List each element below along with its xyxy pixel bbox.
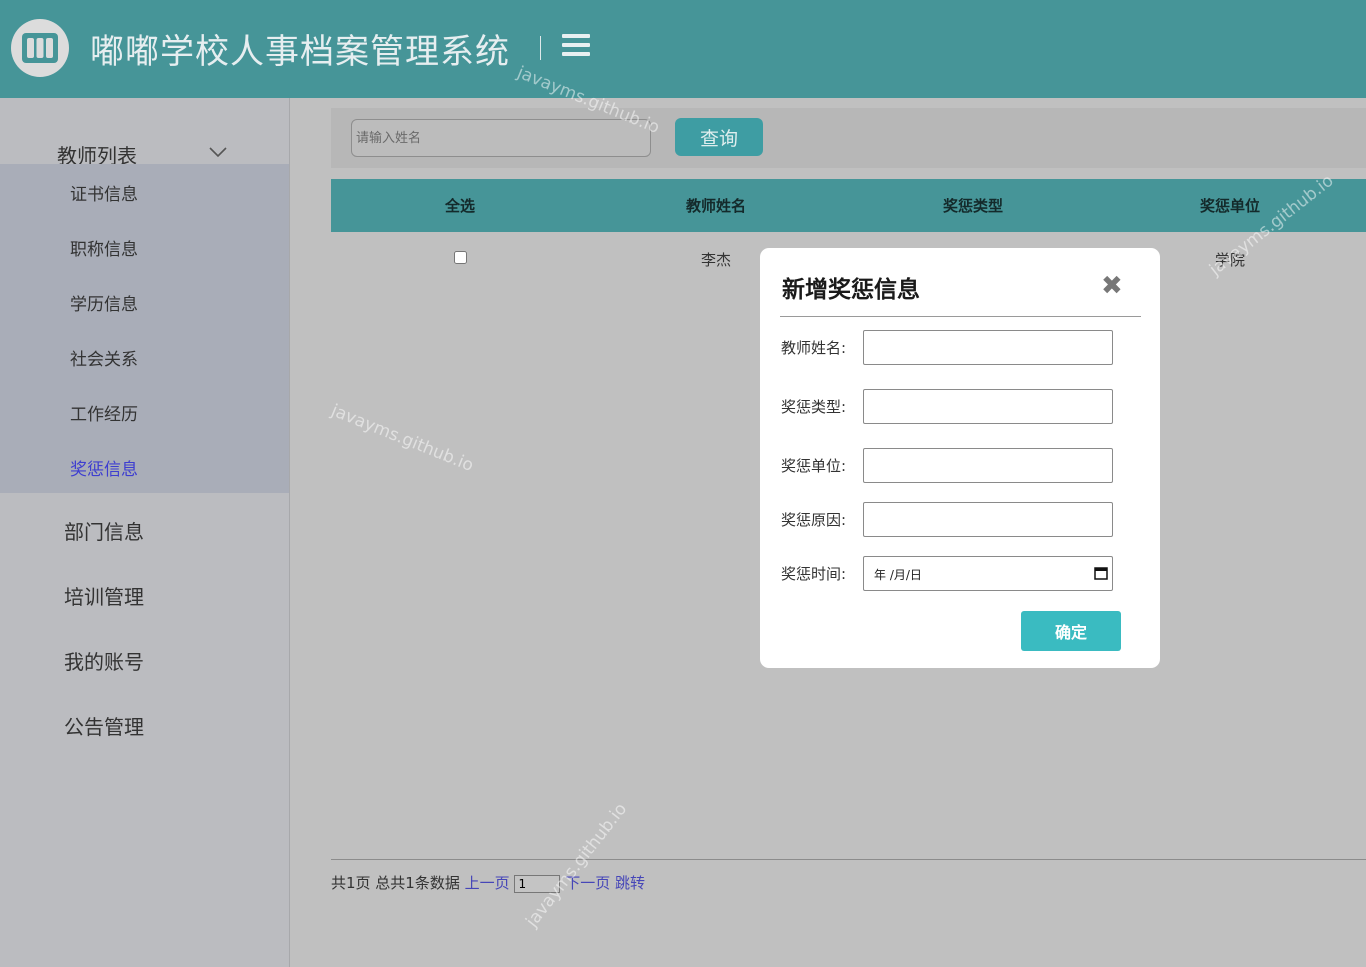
title-divider <box>540 36 541 60</box>
sidebar-item-training[interactable]: 培训管理 <box>64 581 144 610</box>
modal-divider <box>780 316 1141 317</box>
sidebar-item-departments[interactable]: 部门信息 <box>64 516 144 545</box>
modal-title: 新增奖惩信息 <box>782 277 920 303</box>
sidebar-item-certificates[interactable]: 证书信息 <box>70 180 138 205</box>
reward-unit-label: 奖惩单位: <box>781 457 847 475</box>
close-icon[interactable]: ✖ <box>1101 273 1123 299</box>
logo <box>11 19 69 77</box>
app-title: 嘟嘟学校人事档案管理系统 <box>90 32 510 72</box>
calendar-icon[interactable] <box>1094 566 1108 580</box>
column-header-reward-type: 奖惩类型 <box>942 197 1004 215</box>
sidebar-item-titles[interactable]: 职称信息 <box>70 235 138 260</box>
query-button[interactable]: 查询 <box>675 118 763 156</box>
sidebar-item-rewards[interactable]: 奖惩信息 <box>70 455 138 480</box>
sidebar-item-education[interactable]: 学历信息 <box>70 290 138 315</box>
sidebar-item-my-account[interactable]: 我的账号 <box>64 646 144 675</box>
column-header-select-all[interactable]: 全选 <box>445 195 475 216</box>
chevron-down-icon[interactable] <box>208 146 228 158</box>
teacher-name-label: 教师姓名: <box>781 339 847 357</box>
teacher-name-field[interactable] <box>863 330 1113 365</box>
pagination: 共1页 总共1条数据 上一页 下一页 跳转 <box>331 872 645 893</box>
sidebar-submenu: 证书信息 职称信息 学历信息 社会关系 工作经历 奖惩信息 <box>0 164 289 493</box>
reward-reason-field[interactable] <box>863 502 1113 537</box>
pagination-divider <box>331 859 1366 860</box>
pagination-summary: 共1页 总共1条数据 <box>331 874 460 892</box>
reward-unit-field[interactable] <box>863 448 1113 483</box>
row-checkbox[interactable] <box>454 251 467 264</box>
top-header: 嘟嘟学校人事档案管理系统 <box>0 0 1366 98</box>
books-icon <box>22 33 58 63</box>
search-bar: 查询 <box>331 108 1366 168</box>
next-page-link[interactable]: 下一页 <box>565 874 610 892</box>
reward-date-label: 奖惩时间: <box>781 565 847 583</box>
sidebar-item-social-relations[interactable]: 社会关系 <box>70 345 138 370</box>
cell-teacher-name: 李杰 <box>700 251 732 269</box>
sidebar: 教师列表 证书信息 职称信息 学历信息 社会关系 工作经历 奖惩信息 部门信息 … <box>0 98 290 967</box>
reward-type-field[interactable] <box>863 389 1113 424</box>
column-header-teacher-name: 教师姓名 <box>685 197 747 215</box>
cell-reward-unit: 学院 <box>1214 251 1246 269</box>
confirm-button[interactable]: 确定 <box>1021 611 1121 651</box>
sidebar-item-work-history[interactable]: 工作经历 <box>70 400 138 425</box>
reward-reason-label: 奖惩原因: <box>781 511 847 529</box>
sidebar-item-announcements[interactable]: 公告管理 <box>64 711 144 740</box>
table-header: 全选 教师姓名 奖惩类型 奖惩单位 <box>331 179 1366 232</box>
prev-page-link[interactable]: 上一页 <box>465 874 510 892</box>
reward-date-field[interactable]: 年 /月/日 <box>863 556 1113 591</box>
hamburger-icon[interactable] <box>562 34 590 60</box>
add-reward-modal: 新增奖惩信息 ✖ 教师姓名: 奖惩类型: 奖惩单位: 奖惩原因: 奖惩时间: 年… <box>760 248 1160 668</box>
column-header-reward-unit: 奖惩单位 <box>1199 197 1261 215</box>
jump-link[interactable]: 跳转 <box>615 874 645 892</box>
reward-type-label: 奖惩类型: <box>781 398 847 416</box>
search-input[interactable] <box>351 119 651 157</box>
date-placeholder: 年 /月/日 <box>874 568 922 582</box>
page-number-input[interactable] <box>514 874 561 893</box>
